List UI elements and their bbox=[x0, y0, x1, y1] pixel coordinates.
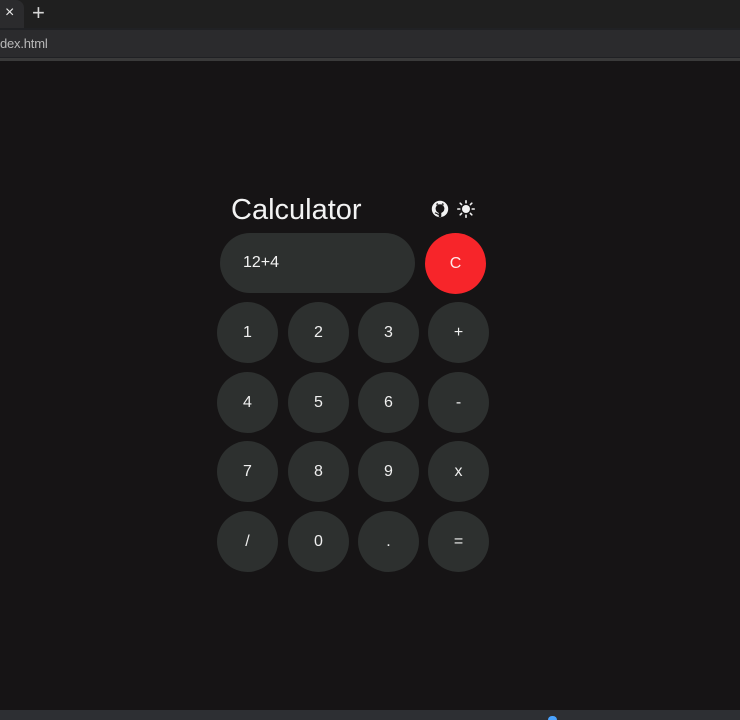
divide-button[interactable]: / bbox=[217, 511, 278, 572]
decimal-button[interactable]: . bbox=[358, 511, 419, 572]
address-text: dex.html bbox=[0, 36, 48, 51]
key-6-button[interactable]: 6 bbox=[358, 372, 419, 433]
key-9-button[interactable]: 9 bbox=[358, 441, 419, 502]
key-3-button[interactable]: 3 bbox=[358, 302, 419, 363]
sun-icon[interactable] bbox=[456, 199, 476, 219]
page-title: Calculator bbox=[231, 194, 362, 226]
plus-button[interactable]: + bbox=[428, 302, 489, 363]
calculator-page: Calculator 12+4 C 1 2 3 + 4 5 6 - 7 8 9 … bbox=[0, 61, 740, 710]
key-8-button[interactable]: 8 bbox=[288, 441, 349, 502]
clear-button[interactable]: C bbox=[425, 233, 486, 294]
github-icon[interactable] bbox=[430, 199, 450, 219]
tab-strip: × + bbox=[0, 0, 740, 28]
key-7-button[interactable]: 7 bbox=[217, 441, 278, 502]
key-2-button[interactable]: 2 bbox=[288, 302, 349, 363]
key-5-button[interactable]: 5 bbox=[288, 372, 349, 433]
browser-tab[interactable]: × bbox=[0, 0, 24, 28]
equals-button[interactable]: = bbox=[428, 511, 489, 572]
calculator-display: 12+4 bbox=[220, 233, 415, 293]
minus-button[interactable]: - bbox=[428, 372, 489, 433]
address-bar[interactable]: dex.html bbox=[0, 30, 740, 57]
browser-chrome: × + dex.html bbox=[0, 0, 740, 61]
multiply-button[interactable]: x bbox=[428, 441, 489, 502]
key-4-button[interactable]: 4 bbox=[217, 372, 278, 433]
tab-close-icon[interactable]: × bbox=[5, 3, 14, 23]
taskbar-strip bbox=[0, 710, 740, 720]
key-1-button[interactable]: 1 bbox=[217, 302, 278, 363]
taskbar-accent bbox=[548, 716, 557, 720]
new-tab-icon[interactable]: + bbox=[32, 1, 45, 25]
key-0-button[interactable]: 0 bbox=[288, 511, 349, 572]
